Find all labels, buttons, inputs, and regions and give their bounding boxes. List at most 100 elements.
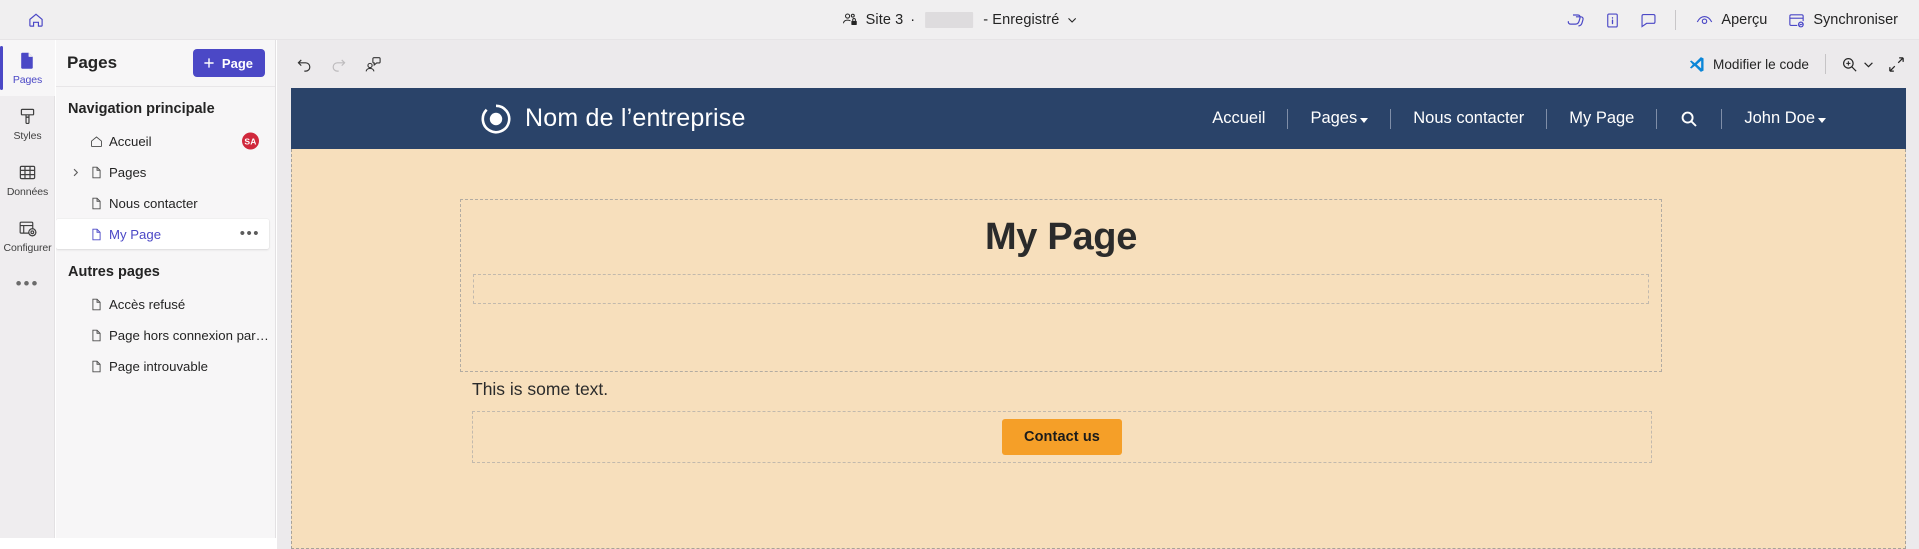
fullscreen-button[interactable] [1879, 49, 1913, 79]
toolbar-divider [1825, 54, 1826, 74]
pages-panel-header: Pages Page [56, 40, 275, 87]
site-nav-accueil[interactable]: Accueil [1190, 109, 1287, 128]
page-body-text[interactable]: This is some text. [472, 379, 1652, 400]
preview-button[interactable]: Aperçu [1686, 5, 1776, 35]
rail-item-pages[interactable]: Pages [0, 40, 55, 96]
app-bar-actions: Aperçu Synchroniser [1559, 0, 1907, 40]
home-page-icon [83, 134, 109, 149]
rail-label-styles: Styles [13, 130, 42, 142]
canvas-toolbar: Modifier le code [277, 40, 1919, 88]
site-search-button[interactable] [1657, 109, 1721, 129]
contact-us-button[interactable]: Contact us [1002, 419, 1122, 455]
rail-item-styles[interactable]: Styles [0, 96, 55, 152]
home-button[interactable] [14, 4, 58, 36]
site-nav-label: Pages [1310, 109, 1358, 127]
site-preview-frame: Nom de l’entreprise Accueil Pages Nous c… [291, 88, 1906, 549]
cta-section[interactable]: Contact us [472, 411, 1652, 463]
site-nav-nous-contacter[interactable]: Nous contacter [1391, 109, 1546, 128]
canvas-toolbar-left [287, 49, 389, 79]
pages-panel: Pages Page Navigation principale Accueil… [56, 40, 276, 538]
plus-icon [202, 56, 216, 70]
caret-down-icon [1360, 117, 1369, 123]
info-button[interactable] [1595, 5, 1629, 35]
page-item-label: Page introuvable [109, 358, 208, 374]
edit-code-button[interactable]: Modifier le code [1678, 49, 1818, 79]
page-item-label: My Page [109, 226, 162, 242]
canvas-vertical-scrollbar[interactable] [1912, 88, 1919, 549]
page-file-icon [17, 50, 38, 71]
page-item-more-button[interactable]: ••• [240, 226, 260, 241]
app-bar-divider [1675, 10, 1677, 30]
copilot-icon [1567, 11, 1586, 30]
sync-button[interactable]: Synchroniser [1778, 5, 1907, 35]
rail-item-data[interactable]: Données [0, 152, 55, 208]
co-authoring-button[interactable] [355, 49, 389, 79]
visual-studio-code-icon [1687, 55, 1706, 74]
home-icon [27, 11, 45, 29]
page-item-label: Accès refusé [109, 296, 186, 312]
feedback-button[interactable] [1631, 5, 1665, 35]
site-nav-label: Nous contacter [1413, 109, 1525, 127]
empty-content-slot[interactable] [473, 274, 1649, 304]
site-title-menu[interactable]: Site 3 · - Enregistré [831, 0, 1089, 40]
chevron-right-icon[interactable] [68, 167, 83, 178]
page-item-my-page[interactable]: My Page ••• [56, 219, 269, 249]
group-title-main-navigation: Navigation principale [68, 101, 215, 117]
page-item-page-hors-connexion[interactable]: Page hors connexion par défaut [56, 320, 269, 350]
page-file-icon [83, 165, 109, 180]
add-page-label: Page [221, 55, 253, 71]
site-nav-my-page[interactable]: My Page [1547, 109, 1656, 128]
undo-arrow-icon [295, 55, 314, 74]
target-ring-logo-icon [481, 104, 511, 134]
site-nav-label: Accueil [1212, 109, 1266, 127]
site-brand-name: Nom de l’entreprise [525, 104, 746, 132]
page-file-icon [83, 196, 109, 211]
page-file-icon [83, 227, 109, 242]
page-item-page-introuvable[interactable]: Page introuvable [56, 351, 269, 381]
rail-item-setup[interactable]: Configurer [0, 208, 55, 264]
site-user-menu[interactable]: John Doe [1722, 109, 1848, 128]
table-grid-icon [17, 162, 38, 183]
redo-arrow-icon [329, 55, 348, 74]
page-file-icon [83, 297, 109, 312]
redacted-site-identifier [925, 12, 974, 28]
feedback-comment-icon [1639, 11, 1658, 30]
left-navigation-rail: Pages Styles Données Configurer ••• [0, 40, 55, 538]
rail-label-pages: Pages [12, 74, 43, 86]
site-user-label: John Doe [1744, 109, 1815, 127]
page-item-acces-refuse[interactable]: Accès refusé [56, 289, 269, 319]
preview-label: Aperçu [1721, 12, 1768, 28]
page-item-accueil[interactable]: Accueil SA [56, 126, 269, 156]
zoom-control[interactable] [1833, 49, 1879, 79]
edit-code-label: Modifier le code [1713, 56, 1809, 72]
page-heading-section[interactable]: My Page [460, 199, 1662, 372]
page-item-label: Nous contacter [109, 195, 198, 211]
page-item-pages[interactable]: Pages [56, 157, 269, 187]
page-file-icon [83, 359, 109, 374]
chevron-down-icon [1066, 14, 1078, 26]
co-authoring-person-icon [363, 55, 382, 74]
site-nav-pages[interactable]: Pages [1288, 109, 1390, 128]
page-file-icon [83, 328, 109, 343]
site-header: Nom de l’entreprise Accueil Pages Nous c… [291, 88, 1906, 149]
rail-more-button[interactable]: ••• [0, 264, 55, 304]
site-brand[interactable]: Nom de l’entreprise [481, 104, 746, 134]
eye-preview-icon [1695, 11, 1714, 30]
search-magnifier-icon [1679, 109, 1699, 129]
site-name-separator: · [910, 12, 916, 28]
info-icon [1603, 11, 1622, 30]
copilot-button[interactable] [1559, 5, 1593, 35]
setup-gear-icon [17, 218, 38, 239]
status-badge: SA [242, 132, 259, 150]
pages-panel-title: Pages [67, 53, 118, 72]
canvas-toolbar-right: Modifier le code [1678, 49, 1913, 79]
chevron-down-icon [1862, 58, 1875, 71]
add-page-button[interactable]: Page [192, 49, 265, 77]
canvas-area: Modifier le code Nom de l’entreprise Acc… [277, 40, 1919, 549]
sync-label: Synchroniser [1813, 12, 1898, 28]
undo-button[interactable] [287, 49, 321, 79]
page-item-nous-contacter[interactable]: Nous contacter [56, 188, 269, 218]
page-item-label: Accueil [109, 133, 152, 149]
redo-button[interactable] [321, 49, 355, 79]
site-nav-label: My Page [1569, 109, 1635, 127]
